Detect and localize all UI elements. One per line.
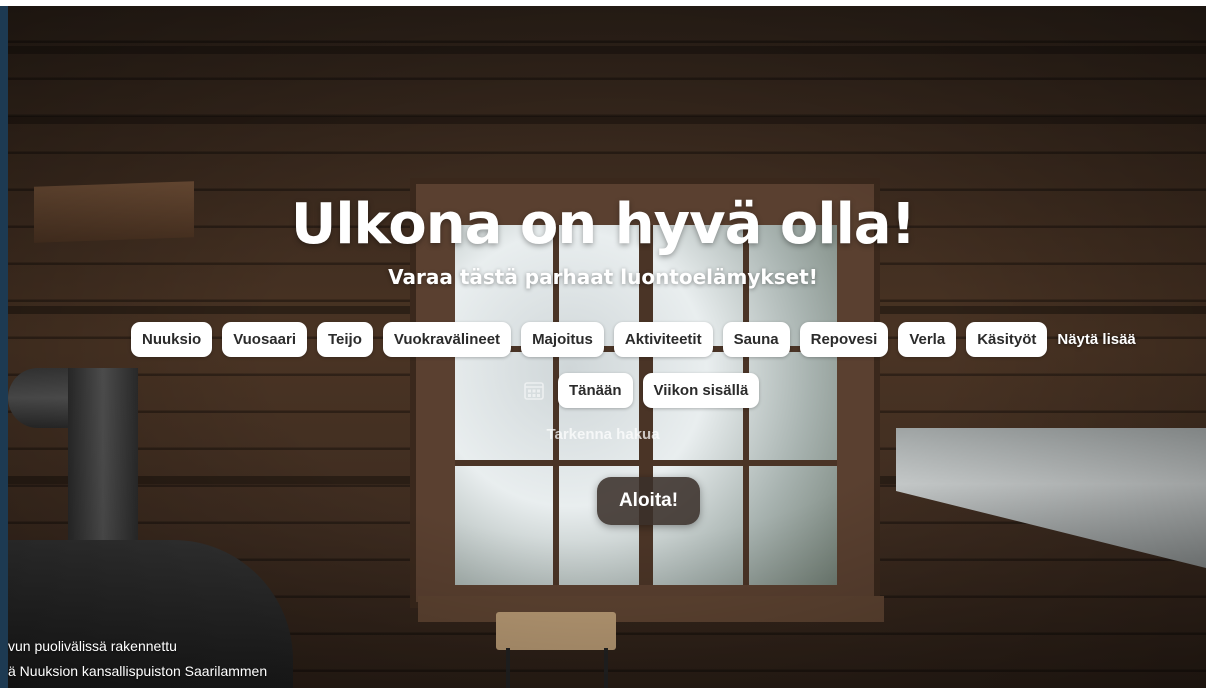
category-chip-verla[interactable]: Verla (898, 321, 957, 357)
category-chip-sauna[interactable]: Sauna (722, 321, 790, 357)
refine-search-link[interactable]: Tarkenna hakua (0, 426, 1206, 443)
category-chip-nuuksio[interactable]: Nuuksio (131, 321, 213, 357)
category-chip-vuokravalineet[interactable]: Vuokravälineet (382, 321, 512, 357)
image-caption-line-2: ä Nuuksion kansallispuiston Saarilammen (8, 663, 268, 679)
hero-subtitle: Varaa tästä parhaat luontoelämykset! (388, 265, 818, 289)
chair-leg (506, 648, 510, 688)
chair-back (496, 612, 616, 650)
stove-pipe (68, 368, 138, 558)
wall-beam (8, 46, 1206, 54)
category-chip-aktiviteetit[interactable]: Aktiviteetit (613, 321, 713, 357)
category-chip-vuosaari[interactable]: Vuosaari (222, 321, 307, 357)
category-chip-list: Nuuksio Vuosaari Teijo Vuokravälineet Ma… (131, 321, 1191, 357)
start-button[interactable]: Aloita! (597, 477, 700, 525)
window-mullion (455, 460, 837, 466)
hero-title: Ulkona on hyvä olla! (290, 192, 916, 257)
category-chip-teijo[interactable]: Teijo (317, 321, 373, 357)
chair-leg (604, 648, 608, 688)
sauna-bench (896, 428, 1206, 568)
category-chip-repovesi[interactable]: Repovesi (799, 321, 889, 357)
wall-beam (8, 116, 1206, 124)
image-caption-line-1: vun puolivälissä rakennettu (8, 638, 177, 654)
calendar-icon[interactable] (520, 376, 548, 404)
show-more-link[interactable]: Näytä lisää (1057, 331, 1135, 348)
window-sill (418, 596, 884, 622)
date-filter-row: Tänään Viikon sisällä (520, 372, 760, 408)
date-chip-this-week[interactable]: Viikon sisällä (642, 372, 760, 408)
page-left-edge (0, 6, 8, 688)
category-chip-kasityot[interactable]: Käsityöt (966, 321, 1048, 357)
date-chip-today[interactable]: Tänään (558, 372, 633, 408)
category-chip-majoitus[interactable]: Majoitus (521, 321, 604, 357)
